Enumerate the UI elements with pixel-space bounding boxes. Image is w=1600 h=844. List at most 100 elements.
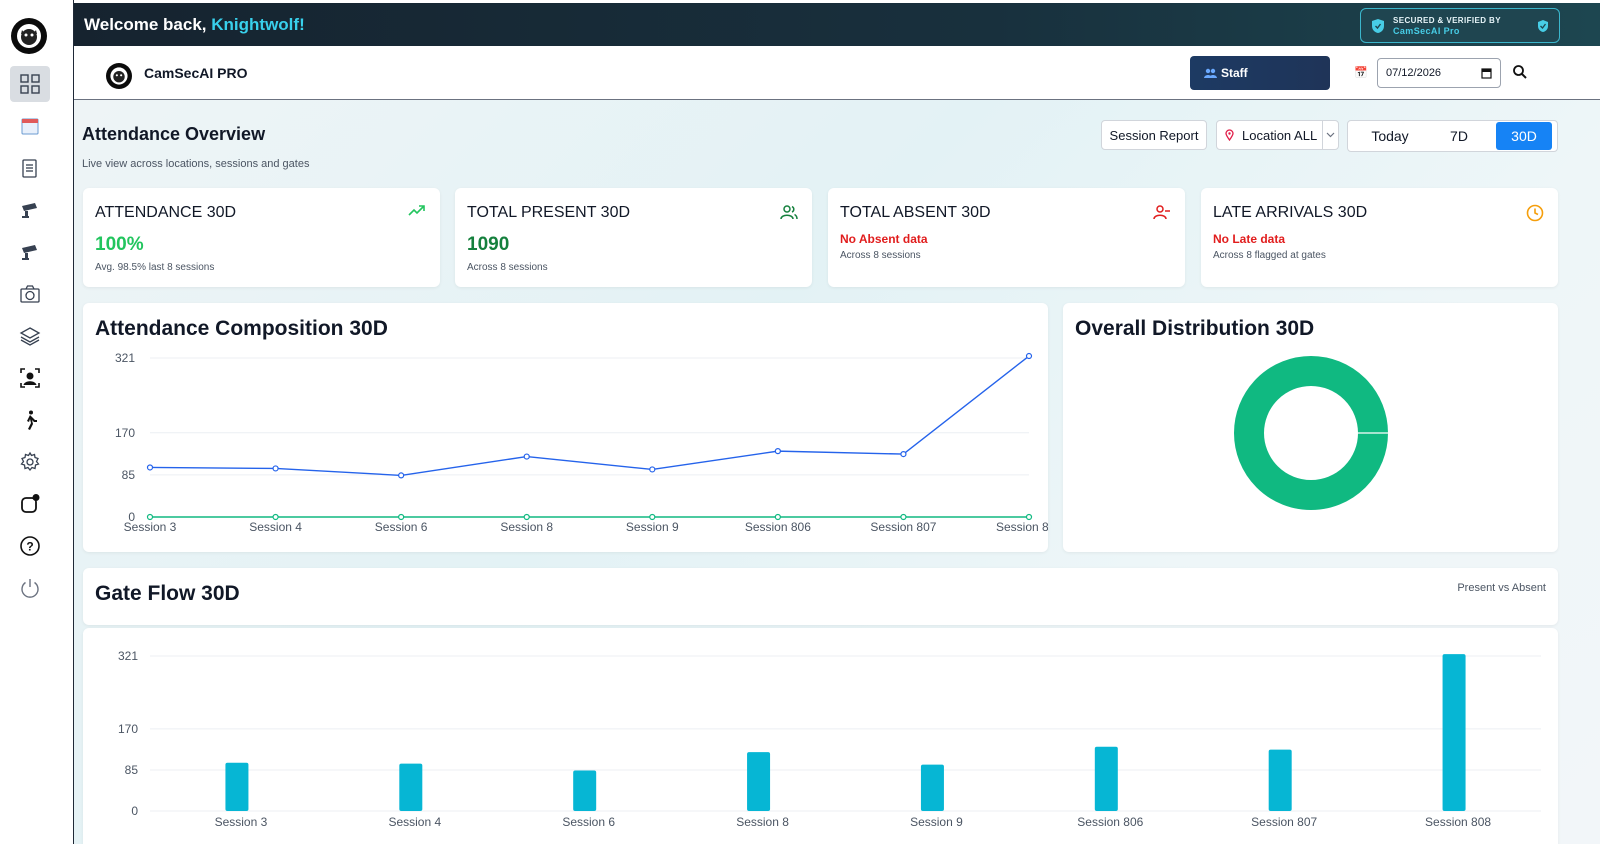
cctv-camera-alt-icon [22, 245, 37, 260]
users-group-icon [780, 205, 798, 220]
y-tick-label: 321 [118, 649, 138, 663]
x-tick-label: Session 3 [215, 815, 268, 829]
kpi-subtext: Avg. 98.5% last 8 sessions [95, 262, 215, 273]
kpi-value: 1090 [467, 234, 510, 255]
sidebar-item-snapshots[interactable] [10, 276, 50, 312]
sidebar-item-calendar[interactable] [10, 108, 50, 144]
gate-flow-bar-chart: 0 85 170 321 Session 3 Session 4 Session 6 Sess… [118, 649, 1541, 829]
welcome-prefix: Welcome back, [84, 14, 207, 34]
bar [225, 762, 249, 811]
kpi-total-present: TOTAL PRESENT 30D 1090 Across 8 sessions [455, 188, 812, 287]
data-point [900, 513, 907, 521]
range-30d[interactable]: 30D [1496, 122, 1552, 150]
range-today[interactable]: Today [1348, 122, 1432, 150]
data-point [398, 472, 405, 479]
security-badge-line2: CamSecAI Pro [1393, 25, 1460, 36]
x-tick-label: Session 808 [996, 520, 1048, 534]
bar [1094, 746, 1118, 811]
kpi-title: ATTENDANCE 30D [95, 204, 237, 221]
staff-button[interactable]: Staff [1190, 56, 1330, 90]
users-icon [1204, 68, 1217, 78]
data-point [146, 513, 154, 521]
composition-chart-card: Attendance Composition 30D 0 85 170 321 Sess… [83, 303, 1048, 552]
kpi-value: 100% [95, 234, 144, 255]
x-tick-label: Session 9 [910, 815, 963, 829]
data-point [1025, 352, 1033, 360]
sidebar-item-reports[interactable] [10, 150, 50, 186]
sidebar-item-help[interactable]: ? [10, 528, 50, 564]
data-point [398, 513, 405, 521]
welcome-username: Knightwolf! [211, 14, 305, 34]
header-bar: CamSecAI PRO Staff 📅 07/12/2026 [74, 46, 1600, 100]
bar [1442, 654, 1466, 811]
data-point [272, 465, 279, 472]
chevron-down-icon[interactable] [1322, 121, 1338, 149]
y-tick-label: 85 [122, 468, 136, 482]
face-scan-icon [20, 368, 40, 388]
sidebar-item-face-recognition[interactable] [10, 360, 50, 396]
calendar-icon: 📅 [1354, 67, 1368, 79]
notification-icon [21, 494, 40, 513]
range-7d[interactable]: 7D [1432, 122, 1486, 150]
clock-icon [1526, 204, 1544, 222]
kpi-title: TOTAL ABSENT 30D [840, 204, 991, 221]
distribution-donut-chart [1234, 356, 1388, 510]
date-picker[interactable]: 07/12/2026 [1377, 58, 1501, 88]
photo-camera-icon [20, 285, 40, 303]
sidebar-item-movement[interactable] [10, 402, 50, 438]
kpi-title: TOTAL PRESENT 30D [467, 204, 631, 221]
kpi-subtext: Across 8 flagged at gates [1213, 250, 1326, 261]
x-tick-label: Session 806 [1077, 815, 1143, 829]
sidebar-item-logout[interactable] [10, 570, 50, 606]
bar [1268, 749, 1292, 811]
sidebar-item-settings[interactable] [10, 444, 50, 480]
bar [920, 764, 944, 811]
date-picker-value: 07/12/2026 [1386, 67, 1442, 79]
kpi-attendance: ATTENDANCE 30D 100% Avg. 98.5% last 8 se… [83, 188, 440, 287]
app-root: ? Welcome back, Knightwolf! SECURED & VE… [0, 0, 1600, 844]
x-tick-label: Session 9 [626, 520, 679, 534]
sidebar-item-notifications[interactable] [10, 486, 50, 522]
y-tick-label: 170 [115, 426, 135, 440]
y-tick-label: 0 [131, 804, 138, 818]
x-tick-label: Session 3 [124, 520, 177, 534]
kpi-subtext: Across 8 sessions [840, 250, 921, 261]
kpi-alert: No Late data [1213, 232, 1286, 246]
x-tick-label: Session 806 [745, 520, 811, 534]
sidebar-item-cameras[interactable] [10, 192, 50, 228]
sidebar-item-cameras-alt[interactable] [10, 234, 50, 270]
data-point [272, 513, 279, 521]
x-tick-label: Session 807 [870, 520, 936, 534]
search-icon[interactable] [1512, 64, 1528, 80]
x-tick-label: Session 4 [388, 815, 441, 829]
sidebar-item-dashboard[interactable] [10, 66, 50, 102]
data-point [900, 450, 907, 458]
power-icon [21, 579, 39, 598]
bar [747, 752, 771, 811]
range-toggle: Today 7D 30D [1347, 120, 1558, 152]
x-tick-label: Session 808 [1425, 815, 1491, 829]
user-minus-icon [1153, 205, 1170, 220]
y-tick-label: 85 [125, 763, 139, 777]
security-badge-line1: SECURED & VERIFIED BY [1393, 15, 1501, 25]
x-tick-label: Session 8 [500, 520, 553, 534]
kpi-late-arrivals: LATE ARRIVALS 30D No Late data Across 8 … [1201, 188, 1558, 287]
sidebar-item-layers[interactable] [10, 318, 50, 354]
pie-slice [1234, 356, 1388, 510]
app-logo[interactable] [11, 18, 47, 54]
data-point [523, 513, 530, 521]
kpi-total-absent: TOTAL ABSENT 30D No Absent data Across 8… [828, 188, 1185, 287]
bar [399, 763, 423, 811]
session-report-button[interactable]: Session Report [1101, 120, 1207, 150]
series-line [149, 355, 1030, 477]
kpi-alert: No Absent data [840, 232, 928, 246]
data-point [146, 464, 154, 471]
data-point [649, 466, 656, 473]
main-content: Attendance Overview Live view across loc… [74, 100, 1600, 844]
welcome-bar: Welcome back, Knightwolf! SECURED & VERI… [74, 3, 1600, 46]
brand-logo [106, 63, 132, 89]
location-select[interactable]: Location ALL [1216, 120, 1339, 150]
page-title: Attendance Overview [82, 124, 266, 144]
shield-icon [1372, 18, 1384, 33]
calendar-picker-icon[interactable] [1481, 67, 1492, 79]
